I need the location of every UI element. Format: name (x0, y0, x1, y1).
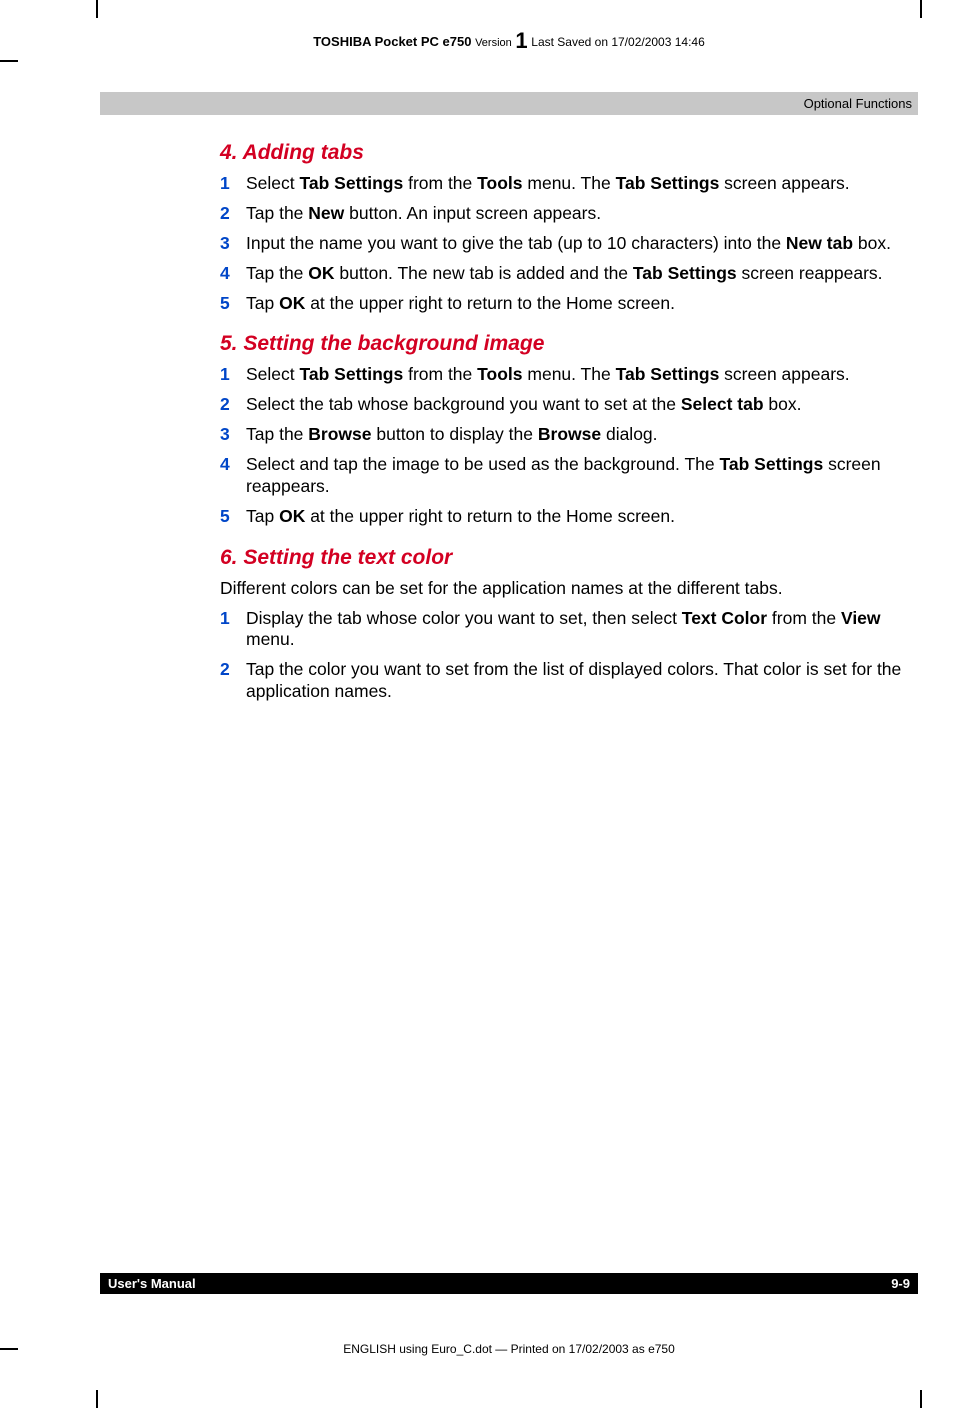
step-text: Tap OK at the upper right to return to t… (246, 506, 908, 528)
list-item: 3Input the name you want to give the tab… (220, 233, 908, 255)
crop-mark (0, 1348, 18, 1350)
list-item: 2Tap the New button. An input screen app… (220, 203, 908, 225)
step-number: 5 (220, 506, 246, 528)
version-number: 1 (515, 28, 527, 53)
chapter-title: Optional Functions (804, 96, 912, 111)
crop-mark (920, 0, 922, 18)
step-list: 1Display the tab whose color you want to… (220, 608, 908, 704)
step-text: Tap the OK button. The new tab is added … (246, 263, 908, 285)
step-number: 1 (220, 173, 246, 195)
footer-right: 9-9 (891, 1276, 910, 1291)
bold-term: New tab (786, 233, 853, 253)
list-item: 2Select the tab whose background you wan… (220, 394, 908, 416)
list-item: 5Tap OK at the upper right to return to … (220, 293, 908, 315)
step-list: 1Select Tab Settings from the Tools menu… (220, 173, 908, 314)
bold-term: Browse (308, 424, 371, 444)
footer-left: User's Manual (108, 1276, 196, 1291)
last-saved: Last Saved on 17/02/2003 14:46 (531, 35, 704, 49)
step-text: Tap the New button. An input screen appe… (246, 203, 908, 225)
crop-mark (920, 1390, 922, 1408)
list-item: 3Tap the Browse button to display the Br… (220, 424, 908, 446)
section-intro: Different colors can be set for the appl… (220, 578, 908, 600)
bold-term: Tab Settings (719, 454, 823, 474)
bold-term: Tab Settings (633, 263, 737, 283)
product-name: TOSHIBA Pocket PC e750 (313, 34, 471, 49)
bold-term: Browse (538, 424, 601, 444)
step-text: Select Tab Settings from the Tools menu.… (246, 173, 908, 195)
step-number: 2 (220, 659, 246, 703)
step-text: Select and tap the image to be used as t… (246, 454, 908, 498)
bold-term: OK (279, 506, 305, 526)
bold-term: Tools (477, 364, 522, 384)
step-number: 2 (220, 203, 246, 225)
step-number: 4 (220, 263, 246, 285)
step-text: Tap OK at the upper right to return to t… (246, 293, 908, 315)
bold-term: Text Color (682, 608, 767, 628)
chapter-bar: Optional Functions (100, 92, 918, 115)
step-number: 4 (220, 454, 246, 498)
bold-term: OK (308, 263, 334, 283)
section-title: 6. Setting the text color (220, 546, 908, 570)
list-item: 4Tap the OK button. The new tab is added… (220, 263, 908, 285)
list-item: 1Select Tab Settings from the Tools menu… (220, 364, 908, 386)
list-item: 1Display the tab whose color you want to… (220, 608, 908, 652)
step-number: 5 (220, 293, 246, 315)
bold-term: New (308, 203, 344, 223)
step-text: Select Tab Settings from the Tools menu.… (246, 364, 908, 386)
step-number: 1 (220, 608, 246, 652)
section-title: 5. Setting the background image (220, 332, 908, 356)
step-text: Input the name you want to give the tab … (246, 233, 908, 255)
step-text: Select the tab whose background you want… (246, 394, 908, 416)
step-number: 1 (220, 364, 246, 386)
step-number: 2 (220, 394, 246, 416)
bold-term: Tab Settings (300, 173, 404, 193)
body-content: 4. Adding tabs1Select Tab Settings from … (100, 141, 918, 703)
crop-mark (0, 60, 18, 62)
list-item: 5Tap OK at the upper right to return to … (220, 506, 908, 528)
running-header: TOSHIBA Pocket PC e750 Version 1 Last Sa… (100, 26, 918, 52)
list-item: 4Select and tap the image to be used as … (220, 454, 908, 498)
crop-mark (96, 1390, 98, 1408)
bold-term: Tools (477, 173, 522, 193)
footer-bar: User's Manual 9-9 (100, 1273, 918, 1294)
step-text: Tap the color you want to set from the l… (246, 659, 908, 703)
step-list: 1Select Tab Settings from the Tools menu… (220, 364, 908, 527)
bold-term: Tab Settings (616, 173, 720, 193)
step-text: Tap the Browse button to display the Bro… (246, 424, 908, 446)
step-number: 3 (220, 424, 246, 446)
print-info: ENGLISH using Euro_C.dot — Printed on 17… (100, 1342, 918, 1356)
step-number: 3 (220, 233, 246, 255)
page-container: TOSHIBA Pocket PC e750 Version 1 Last Sa… (100, 22, 918, 1386)
bold-term: Tab Settings (616, 364, 720, 384)
version-label: Version (475, 37, 512, 49)
bold-term: OK (279, 293, 305, 313)
list-item: 2Tap the color you want to set from the … (220, 659, 908, 703)
bold-term: Tab Settings (300, 364, 404, 384)
crop-mark (96, 0, 98, 18)
section-title: 4. Adding tabs (220, 141, 908, 165)
bold-term: Select tab (681, 394, 764, 414)
bold-term: View (841, 608, 881, 628)
step-text: Display the tab whose color you want to … (246, 608, 908, 652)
list-item: 1Select Tab Settings from the Tools menu… (220, 173, 908, 195)
